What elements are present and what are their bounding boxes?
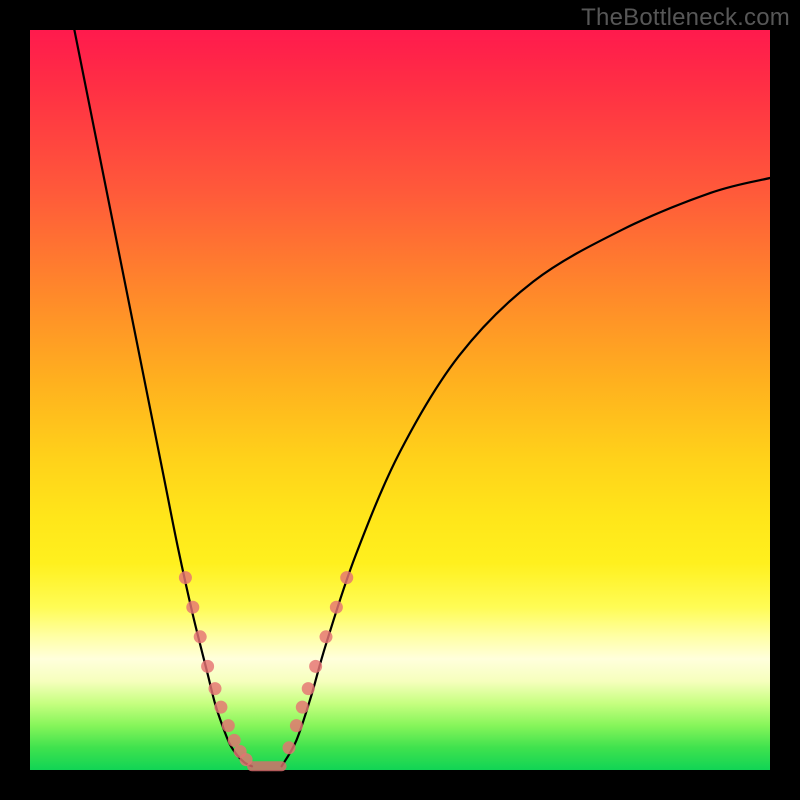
chart-frame: TheBottleneck.com bbox=[0, 0, 800, 800]
marker-dot bbox=[302, 682, 315, 695]
marker-dot bbox=[283, 741, 296, 754]
curve-right bbox=[282, 178, 770, 766]
marker-dot bbox=[186, 601, 199, 614]
marker-dot bbox=[228, 734, 241, 747]
marker-dots-group bbox=[179, 571, 353, 766]
marker-dot bbox=[201, 660, 214, 673]
watermark-text: TheBottleneck.com bbox=[581, 4, 790, 32]
marker-dot bbox=[309, 660, 322, 673]
marker-dot bbox=[179, 571, 192, 584]
marker-dot bbox=[214, 701, 227, 714]
marker-dot bbox=[209, 682, 222, 695]
plot-area bbox=[30, 30, 770, 770]
marker-dot bbox=[340, 571, 353, 584]
marker-dot bbox=[240, 753, 253, 766]
marker-dot bbox=[330, 601, 343, 614]
marker-dot bbox=[290, 719, 303, 732]
marker-dot bbox=[194, 630, 207, 643]
marker-dot bbox=[222, 719, 235, 732]
curve-left bbox=[74, 30, 252, 766]
chart-svg bbox=[30, 30, 770, 770]
marker-dot bbox=[320, 630, 333, 643]
marker-dot bbox=[296, 701, 309, 714]
